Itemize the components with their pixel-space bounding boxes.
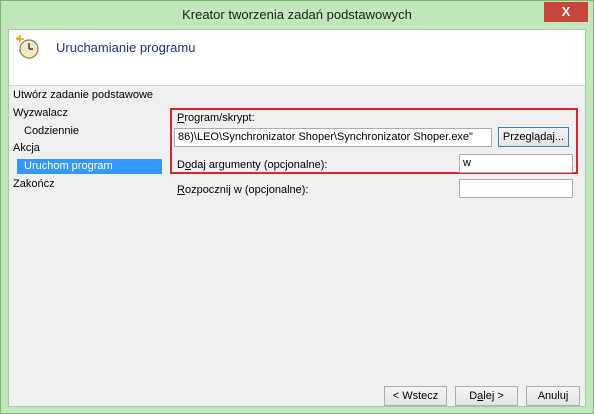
step-daily[interactable]: Codziennie bbox=[24, 124, 79, 139]
program-path-input[interactable]: 86)\LEO\Synchronizator Shoper\Synchroniz… bbox=[174, 128, 492, 147]
arguments-input[interactable]: w bbox=[459, 154, 573, 173]
wizard-window: Kreator tworzenia zadań podstawowych X U… bbox=[0, 0, 594, 414]
close-button[interactable]: X bbox=[544, 2, 588, 22]
wizard-header: Uruchamianie programu bbox=[9, 30, 585, 86]
start-in-label: Rozpocznij w (opcjonalne): bbox=[177, 184, 309, 196]
scheduled-task-icon bbox=[16, 35, 39, 59]
start-in-input[interactable] bbox=[459, 179, 573, 198]
wizard-body: Uruchamianie programu Utwórz zadanie pod… bbox=[8, 29, 586, 407]
close-icon: X bbox=[561, 4, 571, 19]
step-create-task[interactable]: Utwórz zadanie podstawowe bbox=[13, 88, 153, 103]
page-title: Uruchamianie programu bbox=[56, 40, 196, 55]
step-run-program[interactable]: Uruchom program bbox=[17, 159, 162, 174]
cancel-button[interactable]: Anuluj bbox=[526, 386, 580, 406]
back-button[interactable]: < Wstecz bbox=[384, 386, 447, 406]
step-finish[interactable]: Zakończ bbox=[13, 177, 55, 192]
title-bar[interactable]: Kreator tworzenia zadań podstawowych X bbox=[1, 1, 593, 29]
step-action[interactable]: Akcja bbox=[13, 141, 40, 156]
arguments-label: Dodaj argumenty (opcjonalne): bbox=[177, 159, 328, 171]
browse-button[interactable]: Przeglądaj... bbox=[498, 127, 569, 147]
program-label: Program/skrypt: bbox=[177, 112, 255, 124]
window-title: Kreator tworzenia zadań podstawowych bbox=[182, 7, 412, 22]
next-button[interactable]: Dalej > bbox=[455, 386, 518, 406]
step-trigger[interactable]: Wyzwalacz bbox=[13, 106, 68, 121]
